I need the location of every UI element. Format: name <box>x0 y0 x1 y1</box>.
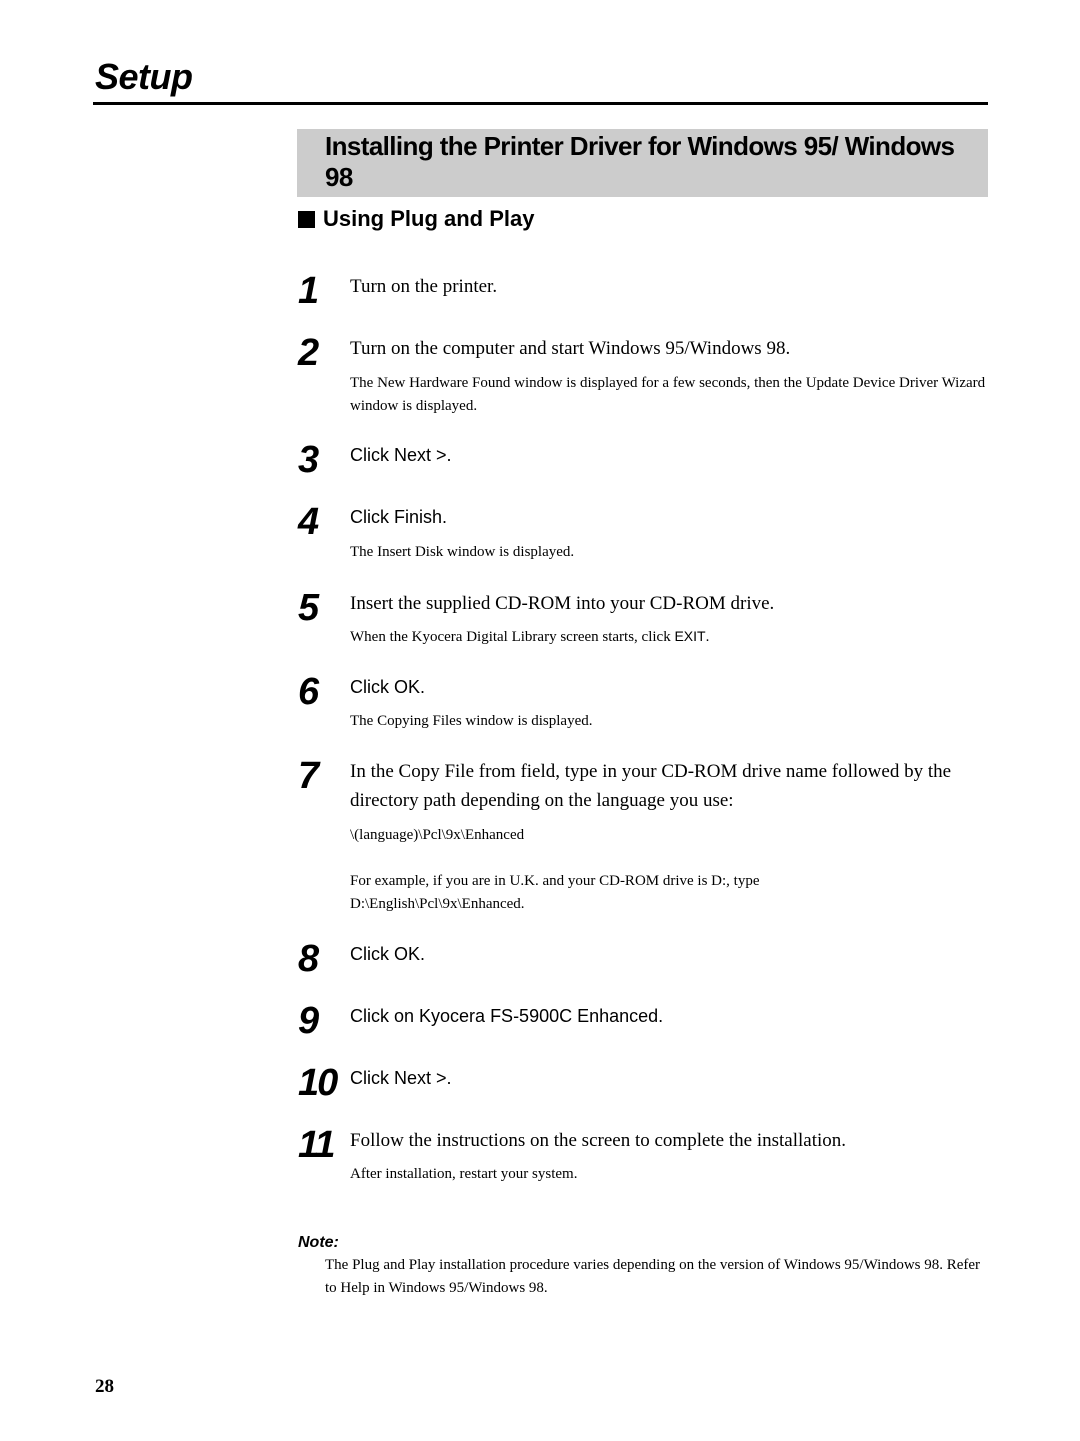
note-text: The Plug and Play installation procedure… <box>325 1257 981 1296</box>
step-number: 8 <box>298 938 319 980</box>
subsection-title-text: Using Plug and Play <box>323 206 535 231</box>
step-number: 6 <box>298 671 319 713</box>
step-detail-end: . <box>705 629 710 645</box>
step-text-prefix: Click on <box>350 1006 420 1026</box>
step-detail: When the Kyocera Digital Library screen … <box>350 625 990 649</box>
step-number: 10 <box>298 1062 338 1104</box>
step-text: Turn on the printer. <box>350 276 498 297</box>
step-text: In the Copy File from field, type in you… <box>350 761 952 811</box>
step-number: 9 <box>298 1000 319 1042</box>
square-bullet-icon <box>298 210 315 228</box>
driver-name: Kyocera FS-5900C Enhanced. <box>419 1006 664 1026</box>
note-label: Note: <box>298 1234 339 1251</box>
page-number: 28 <box>95 1376 114 1397</box>
step-text: Insert the supplied CD-ROM into your CD-… <box>350 593 775 614</box>
section-title: Installing the Printer Driver for Window… <box>325 131 955 192</box>
header-rule <box>93 102 988 105</box>
step-detail-text: When the Kyocera Digital Library screen … <box>350 629 675 645</box>
step-number: 3 <box>298 439 319 481</box>
running-head: Setup <box>95 56 193 97</box>
subsection-title: Using Plug and Play <box>298 206 534 232</box>
path-example: For example, if you are in U.K. and your… <box>350 873 760 912</box>
step-number: 11 <box>298 1124 335 1166</box>
step-number: 1 <box>298 270 319 312</box>
step-number: 2 <box>298 332 319 374</box>
step-detail: The Insert Disk window is displayed. <box>350 544 575 560</box>
step-detail: The Copying Files window is displayed. <box>350 713 593 729</box>
exit-ui-label: EXIT <box>674 628 706 644</box>
directory-path: \(language)\Pcl\9x\Enhanced <box>350 827 525 843</box>
step-text: Turn on the computer and start Windows 9… <box>350 338 791 359</box>
step-text: Click on Kyocera FS-5900C Enhanced. <box>350 1002 990 1031</box>
step-number: 5 <box>298 587 319 629</box>
step-text: Follow the instructions on the screen to… <box>350 1130 847 1151</box>
step-text: Click OK. <box>350 944 426 964</box>
step-text: Click Next >. <box>350 445 452 465</box>
step-text: Click Next >. <box>350 1068 452 1088</box>
step-detail: The New Hardware Found window is display… <box>350 375 986 414</box>
step-number: 7 <box>298 755 319 797</box>
step-number: 4 <box>298 501 319 543</box>
step-text: Click Finish. <box>350 507 448 527</box>
step-text: Click OK. <box>350 677 426 697</box>
step-detail: After installation, restart your system. <box>350 1166 578 1182</box>
